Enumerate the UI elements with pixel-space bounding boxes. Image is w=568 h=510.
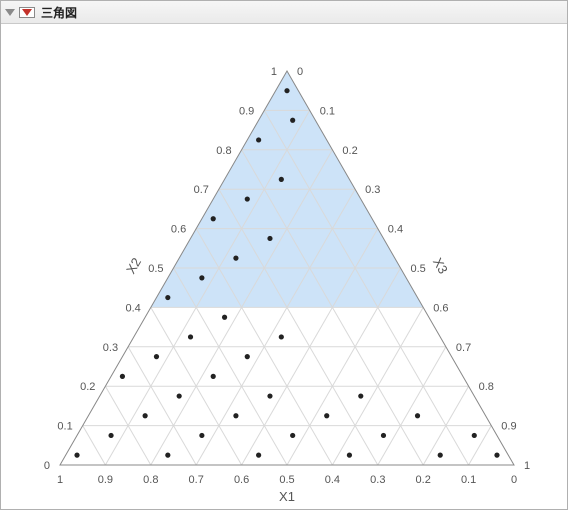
svg-text:0.2: 0.2	[80, 381, 95, 393]
data-point	[494, 453, 499, 458]
data-point	[211, 216, 216, 221]
data-point	[279, 177, 284, 182]
menu-button[interactable]	[19, 7, 35, 18]
data-point	[290, 433, 295, 438]
plot-svg: 1 0.9 0.8 0.7 0.6 0.5 0.4 0.3 0.2 0.1 0 0 0.1 0.2 0.3 0…	[3, 25, 565, 507]
svg-text:0.7: 0.7	[189, 474, 204, 486]
svg-text:0.8: 0.8	[143, 474, 158, 486]
svg-text:0.4: 0.4	[126, 302, 141, 314]
svg-text:0.4: 0.4	[388, 224, 403, 236]
data-point	[233, 256, 238, 261]
data-point	[267, 236, 272, 241]
data-point	[188, 334, 193, 339]
data-point	[245, 354, 250, 359]
data-point	[74, 453, 79, 458]
svg-text:0.5: 0.5	[279, 474, 294, 486]
svg-text:0.3: 0.3	[365, 184, 380, 196]
svg-text:1: 1	[57, 474, 63, 486]
svg-text:0.6: 0.6	[433, 302, 448, 314]
data-point	[256, 453, 261, 458]
data-point	[199, 275, 204, 280]
svg-text:0.2: 0.2	[342, 145, 357, 157]
data-point	[120, 374, 125, 379]
data-point	[165, 453, 170, 458]
svg-text:0.7: 0.7	[194, 184, 209, 196]
data-point	[165, 295, 170, 300]
data-point	[472, 433, 477, 438]
data-point	[211, 374, 216, 379]
data-point	[415, 413, 420, 418]
data-point	[358, 393, 363, 398]
svg-text:0.9: 0.9	[239, 105, 254, 117]
svg-text:0.3: 0.3	[103, 342, 118, 354]
svg-text:0.1: 0.1	[57, 421, 72, 433]
data-point	[154, 354, 159, 359]
data-point	[199, 433, 204, 438]
data-point	[279, 334, 284, 339]
svg-text:0.1: 0.1	[320, 105, 335, 117]
svg-text:1: 1	[524, 460, 530, 472]
svg-text:0.7: 0.7	[456, 342, 471, 354]
data-point	[177, 393, 182, 398]
menu-red-triangle-icon	[22, 9, 32, 16]
panel-titlebar: 三角図	[1, 1, 567, 24]
svg-text:0.5: 0.5	[411, 263, 426, 275]
data-point	[222, 315, 227, 320]
svg-text:0.6: 0.6	[171, 224, 186, 236]
svg-text:0.1: 0.1	[461, 474, 476, 486]
svg-text:0.6: 0.6	[234, 474, 249, 486]
svg-text:0.8: 0.8	[479, 381, 494, 393]
data-point	[233, 413, 238, 418]
data-point	[108, 433, 113, 438]
svg-text:0.4: 0.4	[325, 474, 340, 486]
svg-text:0.9: 0.9	[98, 474, 113, 486]
svg-text:0: 0	[44, 460, 50, 472]
svg-text:1: 1	[271, 66, 277, 78]
axis-label-x1: X1	[279, 489, 295, 504]
data-point	[143, 413, 148, 418]
data-point	[347, 453, 352, 458]
data-point	[284, 88, 289, 93]
svg-text:0.5: 0.5	[148, 263, 163, 275]
disclosure-triangle-icon[interactable]	[5, 9, 15, 16]
svg-text:0.9: 0.9	[501, 421, 516, 433]
svg-text:0.2: 0.2	[416, 474, 431, 486]
ternary-plot: 1 0.9 0.8 0.7 0.6 0.5 0.4 0.3 0.2 0.1 0 0 0.1 0.2 0.3 0…	[3, 25, 565, 507]
data-point	[438, 453, 443, 458]
svg-text:0: 0	[297, 66, 303, 78]
svg-text:0.8: 0.8	[216, 145, 231, 157]
panel-frame: 三角図 1 0.9 0.8 0.7 0.6 0.5 0.4 0.3 0.2 0.1 0 0 0.1 0.2…	[0, 0, 568, 510]
data-point	[267, 393, 272, 398]
data-point	[245, 196, 250, 201]
data-point	[381, 433, 386, 438]
axis-label-x3: X3	[430, 255, 451, 276]
data-point	[324, 413, 329, 418]
panel-title: 三角図	[39, 4, 77, 21]
axis-label-x2: X2	[123, 255, 144, 276]
data-point	[290, 118, 295, 123]
svg-text:0: 0	[511, 474, 517, 486]
svg-text:0.3: 0.3	[370, 474, 385, 486]
data-point	[256, 137, 261, 142]
